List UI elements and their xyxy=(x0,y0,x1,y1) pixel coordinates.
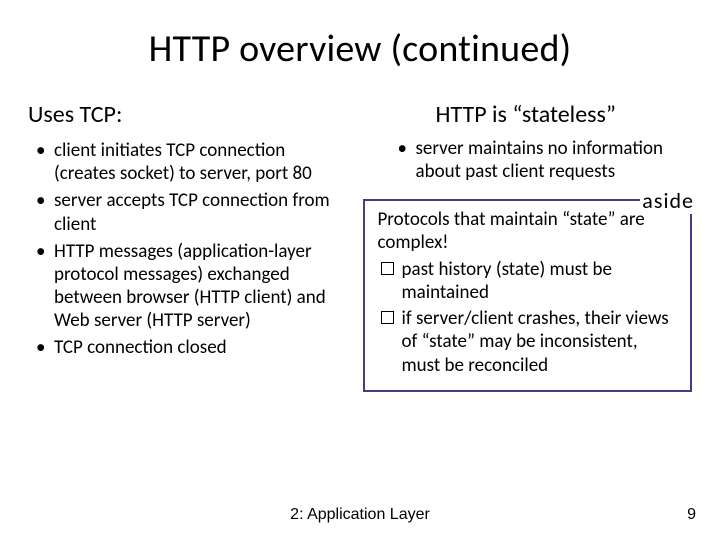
list-item: past history (state) must be maintained xyxy=(379,258,680,304)
right-column: HTTP is “stateless” server maintains no … xyxy=(359,100,692,392)
page-number: 9 xyxy=(687,506,696,524)
aside-box: aside Protocols that maintain “state” ar… xyxy=(363,199,692,391)
right-heading: HTTP is “stateless” xyxy=(359,100,692,129)
list-item: if server/client crashes, their views of… xyxy=(379,307,680,377)
list-item: server maintains no information about pa… xyxy=(395,137,692,183)
aside-label: aside xyxy=(640,187,696,214)
content-columns: Uses TCP: client initiates TCP connectio… xyxy=(28,100,692,392)
list-item: client initiates TCP connection (creates… xyxy=(34,139,347,185)
aside-checklist: past history (state) must be maintained … xyxy=(375,258,680,377)
left-column: Uses TCP: client initiates TCP connectio… xyxy=(28,100,347,392)
right-bullet-wrap: server maintains no information about pa… xyxy=(359,137,692,183)
list-item: server accepts TCP connection from clien… xyxy=(34,189,347,235)
list-item: TCP connection closed xyxy=(34,336,347,359)
footer-center: 2: Application Layer xyxy=(0,506,720,524)
left-bullet-list: client initiates TCP connection (creates… xyxy=(28,139,347,360)
aside-lead-text: Protocols that maintain “state” are comp… xyxy=(375,209,680,255)
slide-title: HTTP overview (continued) xyxy=(28,26,692,72)
left-heading: Uses TCP: xyxy=(28,100,347,129)
list-item: HTTP messages (application-layer protoco… xyxy=(34,240,347,333)
right-bullet-list: server maintains no information about pa… xyxy=(389,137,692,183)
